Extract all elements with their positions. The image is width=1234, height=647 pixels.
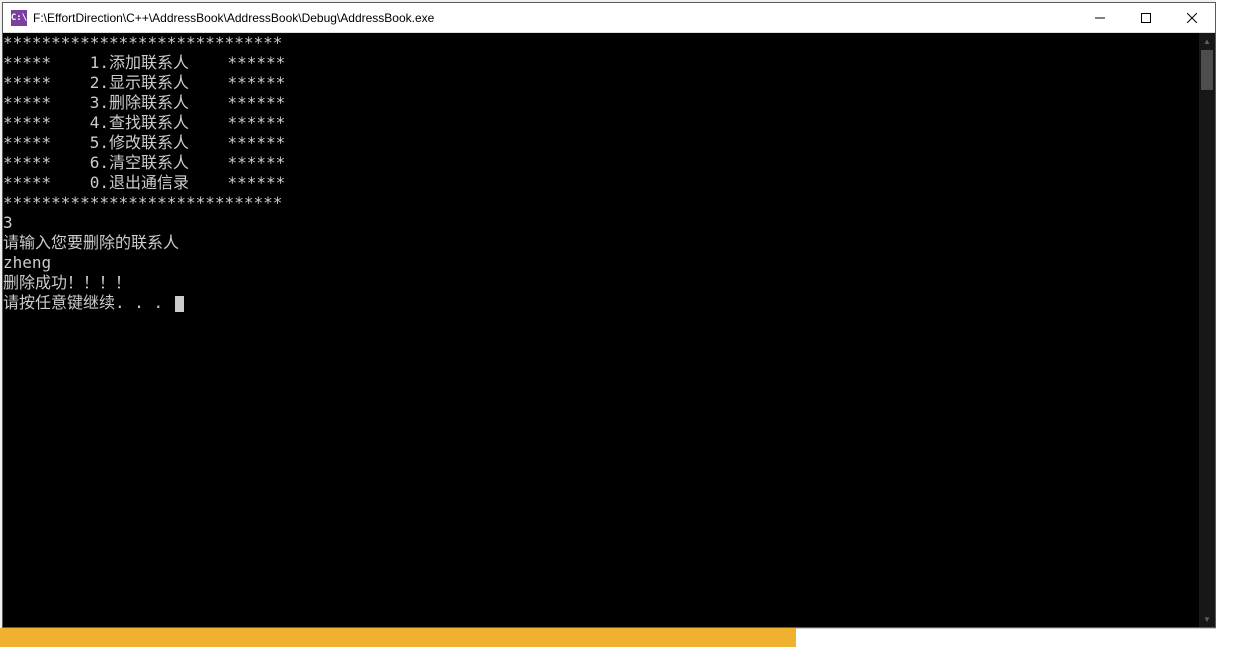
background-panel <box>796 628 1216 647</box>
window-title: F:\EffortDirection\C++\AddressBook\Addre… <box>33 11 1077 25</box>
scroll-thumb[interactable] <box>1201 50 1213 90</box>
background-strip <box>0 628 1234 647</box>
menu-item-1: ***** 1.添加联系人 ****** <box>3 53 285 72</box>
cursor-icon <box>175 296 184 312</box>
menu-border-bottom: ***************************** <box>3 193 282 212</box>
console-area[interactable]: ***************************** ***** 1.添加… <box>3 33 1215 627</box>
delete-prompt: 请输入您要删除的联系人 <box>3 233 179 252</box>
menu-item-5: ***** 5.修改联系人 ****** <box>3 133 285 152</box>
close-button[interactable] <box>1169 3 1215 32</box>
vertical-scrollbar[interactable]: ▲ ▼ <box>1199 33 1215 627</box>
scroll-up-icon[interactable]: ▲ <box>1199 33 1215 49</box>
menu-item-3: ***** 3.删除联系人 ****** <box>3 93 285 112</box>
titlebar[interactable]: C:\ F:\EffortDirection\C++\AddressBook\A… <box>3 3 1215 33</box>
scroll-down-icon[interactable]: ▼ <box>1199 611 1215 627</box>
user-input-name: zheng <box>3 253 51 272</box>
window-controls <box>1077 3 1215 32</box>
menu-border-top: ***************************** <box>3 33 282 52</box>
app-icon: C:\ <box>11 10 27 26</box>
maximize-button[interactable] <box>1123 3 1169 32</box>
console-output: ***************************** ***** 1.添加… <box>3 33 1215 313</box>
user-choice: 3 <box>3 213 13 232</box>
menu-item-2: ***** 2.显示联系人 ****** <box>3 73 285 92</box>
menu-item-6: ***** 6.清空联系人 ****** <box>3 153 285 172</box>
menu-item-0: ***** 0.退出通信录 ****** <box>3 173 285 192</box>
console-window: C:\ F:\EffortDirection\C++\AddressBook\A… <box>2 2 1216 628</box>
menu-item-4: ***** 4.查找联系人 ****** <box>3 113 285 132</box>
minimize-button[interactable] <box>1077 3 1123 32</box>
result-message: 删除成功！！！！ <box>3 273 131 292</box>
continue-prompt: 请按任意键继续. . . <box>3 293 173 312</box>
background-right <box>1216 0 1234 647</box>
